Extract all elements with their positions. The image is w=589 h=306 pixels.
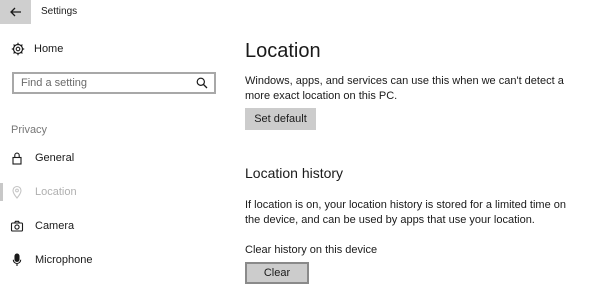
page-title: Location bbox=[245, 40, 321, 62]
microphone-icon bbox=[12, 253, 22, 266]
sidebar-item-label: General bbox=[35, 152, 75, 164]
location-default-description: Windows, apps, and services can use this… bbox=[245, 75, 564, 102]
sidebar-item-microphone[interactable]: Microphone bbox=[10, 253, 92, 267]
sidebar-item-location[interactable]: Location bbox=[10, 185, 77, 199]
camera-icon bbox=[10, 220, 24, 232]
clear-button[interactable]: Clear bbox=[245, 262, 309, 284]
location-pin-icon bbox=[12, 185, 22, 199]
search-box bbox=[12, 72, 216, 94]
clear-history-label: Clear history on this device bbox=[245, 244, 378, 256]
sidebar: Home Privacy General Location Camera bbox=[0, 26, 234, 306]
sidebar-item-label: Location bbox=[35, 186, 77, 198]
set-default-button[interactable]: Set default bbox=[245, 108, 316, 130]
main-content: Location Windows, apps, and services can… bbox=[245, 0, 589, 306]
gear-icon bbox=[11, 42, 25, 56]
arrow-left-icon bbox=[9, 7, 21, 17]
window-title: Settings bbox=[41, 6, 78, 17]
back-button[interactable] bbox=[0, 0, 31, 24]
active-item-indicator bbox=[0, 183, 3, 201]
search-icon[interactable] bbox=[196, 77, 208, 89]
sidebar-item-label: Microphone bbox=[35, 254, 93, 266]
lock-icon bbox=[12, 152, 22, 165]
sidebar-item-general[interactable]: General bbox=[10, 151, 74, 165]
search-input[interactable] bbox=[21, 77, 191, 89]
sidebar-item-home[interactable]: Home bbox=[11, 42, 63, 56]
sidebar-item-camera[interactable]: Camera bbox=[10, 219, 74, 233]
sidebar-item-label: Camera bbox=[35, 220, 75, 232]
location-history-heading: Location history bbox=[245, 165, 344, 181]
sidebar-item-label: Home bbox=[34, 43, 64, 55]
location-history-description: If location is on, your location history… bbox=[245, 199, 566, 226]
section-label-privacy: Privacy bbox=[11, 124, 48, 136]
